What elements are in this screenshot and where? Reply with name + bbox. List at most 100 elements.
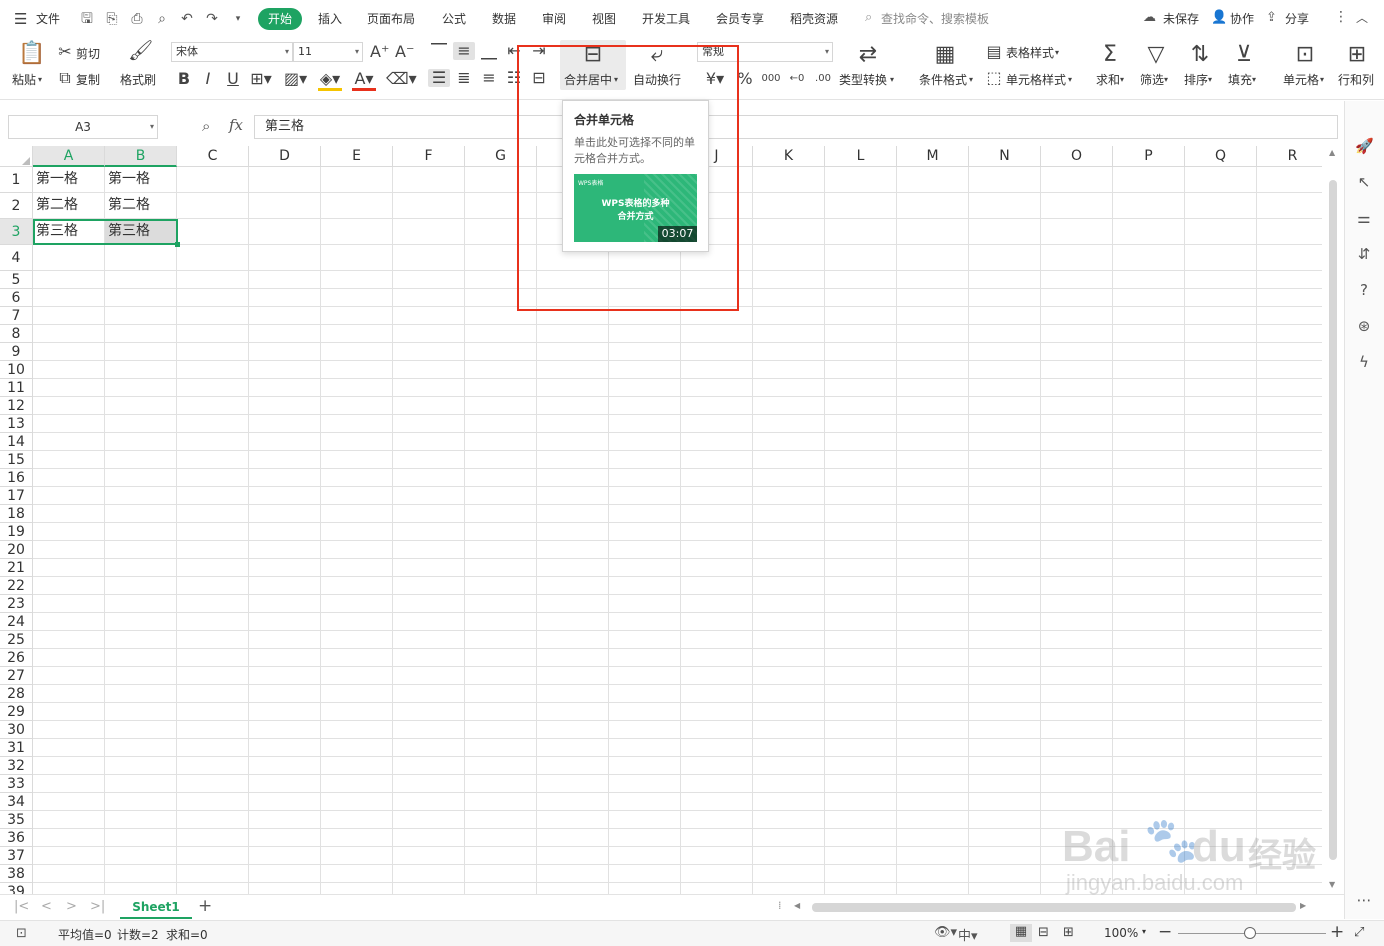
- italic-icon[interactable]: I: [200, 70, 216, 88]
- row-header-21[interactable]: 21: [0, 559, 33, 577]
- clear-format-icon[interactable]: ⌫▾: [386, 70, 417, 88]
- horizontal-scroll-thumb[interactable]: [812, 903, 1296, 912]
- file-menu[interactable]: 文件: [36, 10, 60, 27]
- collapse-ribbon-icon[interactable]: ︿: [1356, 9, 1368, 26]
- row-header-33[interactable]: 33: [0, 775, 33, 793]
- paste-button[interactable]: 粘贴: [12, 71, 36, 88]
- row-header-14[interactable]: 14: [0, 433, 33, 451]
- row-header-18[interactable]: 18: [0, 505, 33, 523]
- copy-button[interactable]: 复制: [76, 71, 100, 88]
- tab-insert[interactable]: 插入: [318, 10, 342, 27]
- font-name-select[interactable]: 宋体 ▾: [171, 42, 293, 62]
- row-header-36[interactable]: 36: [0, 829, 33, 847]
- share-button[interactable]: 分享: [1285, 10, 1309, 27]
- lightning-icon[interactable]: ϟ: [1355, 353, 1373, 371]
- cell-style-button[interactable]: 单元格样式: [1006, 71, 1066, 88]
- chevron-down-icon[interactable]: ▾: [1068, 71, 1072, 89]
- column-header-p[interactable]: P: [1113, 146, 1185, 167]
- conditional-format-button[interactable]: 条件格式: [919, 71, 967, 88]
- tab-member[interactable]: 会员专享: [716, 10, 764, 27]
- row-header-4[interactable]: 4: [0, 245, 33, 271]
- select-all-corner[interactable]: [0, 146, 33, 167]
- last-sheet-icon[interactable]: >|: [90, 899, 105, 914]
- tab-developer[interactable]: 开发工具: [642, 10, 690, 27]
- row-header-25[interactable]: 25: [0, 631, 33, 649]
- scroll-up-icon[interactable]: ▲: [1329, 148, 1335, 157]
- cell-style-icon[interactable]: ⬚: [985, 69, 1003, 87]
- print-preview-icon[interactable]: ⌕: [154, 11, 170, 27]
- cell-b2[interactable]: 第二格: [105, 193, 176, 218]
- rocket-icon[interactable]: 🚀: [1355, 137, 1374, 155]
- scroll-left-icon[interactable]: ◀: [794, 901, 800, 910]
- column-header-o[interactable]: O: [1041, 146, 1113, 167]
- align-left-icon[interactable]: ☰: [428, 69, 450, 87]
- fill-icon[interactable]: ⊻: [1231, 42, 1257, 68]
- scroll-down-icon[interactable]: ▼: [1329, 880, 1335, 889]
- column-header-m[interactable]: M: [897, 146, 969, 167]
- column-header-c[interactable]: C: [177, 146, 249, 167]
- row-header-3[interactable]: 3: [0, 219, 33, 245]
- unsaved-status[interactable]: 未保存: [1163, 10, 1199, 27]
- sort-button[interactable]: 排序: [1184, 71, 1208, 88]
- export-pdf-icon[interactable]: ⎘: [104, 11, 120, 27]
- fill-handle[interactable]: [175, 242, 180, 247]
- print-icon[interactable]: ⎙: [129, 11, 145, 27]
- cell-b1[interactable]: 第一格: [105, 167, 176, 192]
- formula-input[interactable]: 第三格: [254, 115, 1338, 139]
- row-header-34[interactable]: 34: [0, 793, 33, 811]
- column-header-a[interactable]: A: [33, 146, 105, 167]
- type-convert-button[interactable]: 类型转换: [839, 71, 887, 88]
- row-header-12[interactable]: 12: [0, 397, 33, 415]
- copy-icon[interactable]: ⧉: [56, 69, 74, 87]
- column-header-d[interactable]: D: [249, 146, 321, 167]
- chevron-down-icon[interactable]: ▾: [1164, 71, 1168, 89]
- chevron-down-icon[interactable]: ▾: [1208, 71, 1212, 89]
- row-header-2[interactable]: 2: [0, 193, 33, 219]
- fx-button[interactable]: fx: [229, 116, 243, 134]
- border-style-icon[interactable]: ▨▾: [284, 70, 307, 88]
- row-header-28[interactable]: 28: [0, 685, 33, 703]
- row-header-35[interactable]: 35: [0, 811, 33, 829]
- cut-icon[interactable]: ✂: [56, 43, 74, 61]
- sort-icon[interactable]: ⇅: [1187, 42, 1213, 68]
- row-header-23[interactable]: 23: [0, 595, 33, 613]
- row-header-30[interactable]: 30: [0, 721, 33, 739]
- column-header-e[interactable]: E: [321, 146, 393, 167]
- row-header-32[interactable]: 32: [0, 757, 33, 775]
- decrease-decimal-icon[interactable]: .00: [812, 70, 834, 88]
- first-sheet-icon[interactable]: |<: [14, 899, 29, 914]
- chevron-down-icon[interactable]: ▾: [1252, 71, 1256, 89]
- page-break-view-icon[interactable]: ⊞: [1063, 925, 1074, 940]
- row-header-13[interactable]: 13: [0, 415, 33, 433]
- column-header-n[interactable]: N: [969, 146, 1041, 167]
- table-style-button[interactable]: 表格样式: [1006, 44, 1054, 61]
- underline-icon[interactable]: U: [225, 70, 241, 88]
- paste-dropdown-icon[interactable]: ▾: [38, 71, 42, 89]
- cell-button[interactable]: 单元格: [1283, 71, 1319, 88]
- quick-access-dropdown-icon[interactable]: ▾: [230, 11, 246, 27]
- fullscreen-icon[interactable]: ⤢: [1354, 925, 1364, 940]
- selection-range[interactable]: [33, 219, 178, 245]
- row-header-31[interactable]: 31: [0, 739, 33, 757]
- column-header-l[interactable]: L: [825, 146, 897, 167]
- redo-icon[interactable]: ↷: [204, 11, 220, 27]
- tab-data[interactable]: 数据: [492, 10, 516, 27]
- chevron-down-icon[interactable]: ▾: [969, 71, 973, 89]
- sum-button[interactable]: 求和: [1096, 71, 1120, 88]
- row-header-27[interactable]: 27: [0, 667, 33, 685]
- align-right-icon[interactable]: ≡: [480, 69, 498, 87]
- row-header-10[interactable]: 10: [0, 361, 33, 379]
- normal-view-icon[interactable]: ▦: [1010, 924, 1032, 942]
- cell-icon[interactable]: ⊡: [1292, 42, 1318, 68]
- prev-sheet-icon[interactable]: <: [41, 899, 52, 914]
- chevron-down-icon[interactable]: ▾: [890, 71, 894, 89]
- row-header-7[interactable]: 7: [0, 307, 33, 325]
- more-options-icon[interactable]: ⋯: [1355, 891, 1373, 909]
- undo-icon[interactable]: ↶: [179, 11, 195, 27]
- increase-decimal-icon[interactable]: ←0: [786, 70, 808, 88]
- conditional-format-icon[interactable]: ▦: [932, 42, 958, 68]
- column-header-f[interactable]: F: [393, 146, 465, 167]
- row-header-1[interactable]: 1: [0, 167, 33, 193]
- font-color-icon[interactable]: A▾: [352, 70, 376, 91]
- row-header-29[interactable]: 29: [0, 703, 33, 721]
